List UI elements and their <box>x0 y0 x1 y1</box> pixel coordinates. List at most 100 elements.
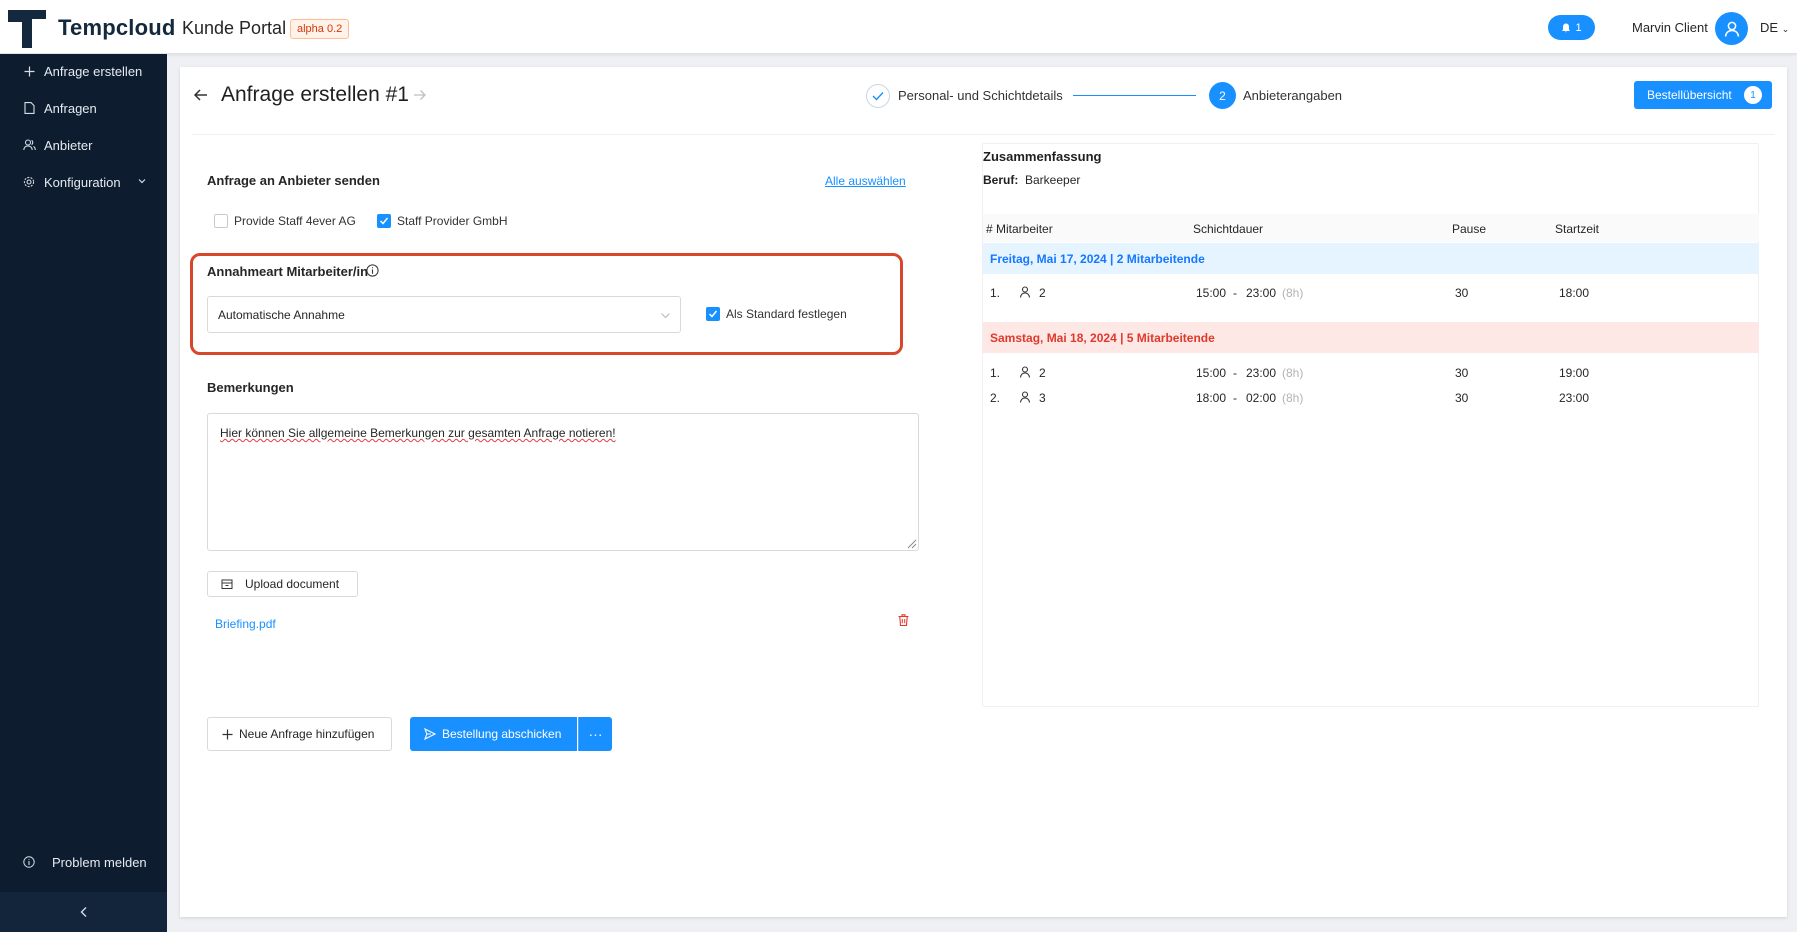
sidebar-item-anfrage-erstellen[interactable]: Anfrage erstellen <box>0 55 167 87</box>
acceptance-type-select[interactable]: Automatische Annahme <box>207 296 681 333</box>
row-number: 1. <box>990 286 1001 300</box>
chevron-down-icon: ⌄ <box>1781 24 1790 34</box>
language-select[interactable]: DE ⌄ <box>1760 20 1789 35</box>
summary-title: Zusammenfassung <box>983 149 1102 164</box>
pause-value: 30 <box>1455 391 1469 405</box>
avatar[interactable] <box>1715 12 1748 45</box>
forward-arrow-icon[interactable] <box>413 88 427 102</box>
report-problem-label: Problem melden <box>52 854 147 870</box>
send-to-providers-label: Anfrage an Anbieter senden <box>207 173 380 188</box>
shift-hours: (8h) <box>1282 391 1304 405</box>
provider-label: Staff Provider GmbH <box>397 214 508 228</box>
shift-to: 02:00 <box>1246 391 1277 405</box>
step-2-label[interactable]: Anbieterangaben <box>1243 88 1342 103</box>
sidebar-item-anfragen[interactable]: Anfragen <box>0 92 167 124</box>
language-value: DE <box>1760 20 1779 35</box>
step-2-number[interactable]: 2 <box>1209 82 1236 109</box>
staff-count: 2 <box>1039 286 1046 300</box>
person-icon <box>1019 391 1031 403</box>
brand-name: Tempcloud <box>58 15 176 40</box>
document-icon <box>22 101 36 115</box>
remarks-textarea[interactable]: Hier können Sie allgemeine Bemerkungen z… <box>207 413 919 551</box>
sidebar-item-label: Konfiguration <box>44 174 121 190</box>
sidebar-item-anbieter[interactable]: Anbieter <box>0 129 167 161</box>
set-default-label: Als Standard festlegen <box>726 307 847 321</box>
remarks-label: Bemerkungen <box>207 380 294 395</box>
sidebar-item-label: Anfragen <box>44 100 97 116</box>
check-icon <box>379 217 389 225</box>
upload-label: Upload document <box>245 577 340 591</box>
shift-from: 15:00 <box>1196 286 1227 300</box>
order-overview-label: Bestellübersicht <box>1647 88 1732 102</box>
column-header: Pause <box>1452 222 1487 236</box>
shift-from: 15:00 <box>1196 366 1227 380</box>
step-1-check[interactable] <box>866 84 890 108</box>
plus-icon <box>222 729 233 740</box>
table-header <box>983 214 1759 242</box>
day-group-header: Samstag, Mai 18, 2024 | 5 Mitarbeitende <box>983 322 1759 353</box>
more-options-button[interactable]: ··· <box>578 717 612 751</box>
day-group-header: Freitag, Mai 17, 2024 | 2 Mitarbeitende <box>983 243 1759 274</box>
check-icon <box>872 92 884 101</box>
users-icon <box>22 138 36 152</box>
start-time: 18:00 <box>1559 286 1590 300</box>
add-new-request-label: Neue Anfrage hinzufügen <box>239 727 375 741</box>
column-header: # Mitarbeiter <box>986 222 1053 236</box>
staff-count: 3 <box>1039 391 1046 405</box>
shift-hours: (8h) <box>1282 286 1304 300</box>
shift-hours: (8h) <box>1282 366 1304 380</box>
notification-button[interactable]: 1 <box>1548 15 1595 40</box>
shift-to: 23:00 <box>1246 366 1277 380</box>
order-overview-button[interactable]: Bestellübersicht 1 <box>1634 81 1772 109</box>
select-all-link[interactable]: Alle auswählen <box>825 174 906 188</box>
column-header: Startzeit <box>1555 222 1600 236</box>
shift-to: 23:00 <box>1246 286 1277 300</box>
row-number: 2. <box>990 391 1001 405</box>
top-header: Tempcloud Kunde Portal alpha 0.2 1 Marvi… <box>0 0 1797 54</box>
row-number: 1. <box>990 366 1001 380</box>
sidebar-item-label: Anbieter <box>44 137 93 153</box>
attached-file-link[interactable]: Briefing.pdf <box>215 617 276 631</box>
chevron-left-icon <box>80 907 86 917</box>
plus-icon <box>22 64 36 78</box>
info-icon <box>22 855 36 869</box>
acceptance-type-value: Automatische Annahme <box>218 307 345 322</box>
add-new-request-button[interactable]: Neue Anfrage hinzufügen <box>207 717 392 751</box>
check-icon <box>708 310 718 318</box>
provider-checkbox-staff-provider[interactable] <box>377 214 391 228</box>
user-name[interactable]: Marvin Client <box>1632 20 1708 35</box>
step-connector <box>1073 95 1196 96</box>
sidebar: Anfrage erstellen Anfragen Anbieter Konf… <box>0 54 167 932</box>
shift-dash: - <box>1233 366 1237 380</box>
info-icon[interactable] <box>366 264 379 277</box>
notification-count: 1 <box>1575 21 1582 34</box>
divider <box>192 134 1775 135</box>
bell-icon <box>1562 23 1571 32</box>
tempcloud-logo-icon[interactable] <box>8 10 46 48</box>
send-icon <box>424 728 436 740</box>
user-icon <box>1724 21 1739 37</box>
sidebar-collapse-button[interactable] <box>0 892 167 932</box>
sidebar-item-label: Anfrage erstellen <box>44 63 143 79</box>
gear-icon <box>22 175 36 189</box>
shift-dash: - <box>1233 286 1237 300</box>
acceptance-type-label: Annahmeart Mitarbeiter/in <box>207 264 369 279</box>
set-default-checkbox[interactable] <box>706 307 720 321</box>
provider-checkbox-provide-staff[interactable] <box>214 214 228 228</box>
staff-count: 2 <box>1039 366 1046 380</box>
step-1-label[interactable]: Personal- und Schichtdetails <box>898 88 1063 103</box>
upload-document-button[interactable]: Upload document <box>207 571 358 597</box>
resize-grip-icon[interactable] <box>905 537 917 549</box>
person-icon <box>1019 286 1031 298</box>
occupation-value: Barkeeper <box>1025 173 1081 187</box>
report-problem-link[interactable]: Problem melden <box>0 846 167 878</box>
back-arrow-icon[interactable] <box>193 87 209 103</box>
pause-value: 30 <box>1455 286 1469 300</box>
submit-order-button[interactable]: Bestellung abschicken <box>410 717 577 751</box>
shift-from: 18:00 <box>1196 391 1227 405</box>
upload-icon <box>221 579 233 589</box>
sidebar-item-konfiguration[interactable]: Konfiguration <box>0 166 167 198</box>
trash-icon[interactable] <box>897 613 910 627</box>
portal-name: Kunde Portal <box>182 18 287 38</box>
submit-order-label: Bestellung abschicken <box>442 727 562 741</box>
